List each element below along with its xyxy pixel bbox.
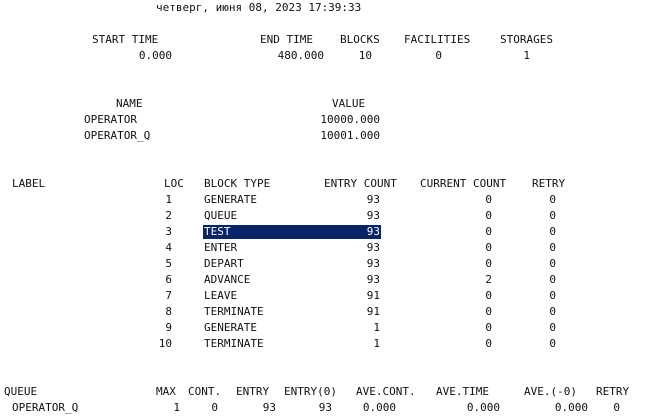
retry-header: RETRY <box>532 177 566 190</box>
block-retry: 0 <box>549 241 556 254</box>
storages-header: STORAGES <box>500 33 553 46</box>
queue-cont: 0 <box>211 401 218 414</box>
block-current-count: 2 <box>485 273 492 286</box>
queue-retry: 0 <box>613 401 620 414</box>
facilities-header: FACILITIES <box>404 33 471 46</box>
value-row-operator-q: 10001.000 <box>320 129 380 142</box>
ave-time-header: AVE.TIME <box>436 385 489 398</box>
block-loc: 8 <box>165 305 172 318</box>
value-header: VALUE <box>332 97 366 110</box>
block-retry: 0 <box>549 193 556 206</box>
value-row-operator: 10000.000 <box>320 113 380 126</box>
block-type: DEPART <box>204 257 244 270</box>
block-entry-count: 93 <box>366 209 380 222</box>
block-retry: 0 <box>549 273 556 286</box>
entry0-header: ENTRY(0) <box>284 385 337 398</box>
block-current-count: 0 <box>485 289 492 302</box>
blocks-value: 10 <box>358 49 372 62</box>
block-retry: 0 <box>549 289 556 302</box>
block-type: GENERATE <box>204 321 257 334</box>
block-entry-count: 1 <box>373 337 380 350</box>
block-type: ENTER <box>204 241 238 254</box>
block-entry-count: 1 <box>373 321 380 334</box>
queue-entry0: 93 <box>318 401 332 414</box>
block-type: TERMINATE <box>204 337 264 350</box>
block-entry-count: 91 <box>366 305 380 318</box>
block-loc: 9 <box>165 321 172 334</box>
end-time-header: END TIME <box>260 33 313 46</box>
block-retry: 0 <box>549 225 556 238</box>
ave-minus0-header: AVE.(-0) <box>524 385 577 398</box>
queue-ave-cont: 0.000 <box>362 401 396 414</box>
cont-header: CONT. <box>188 385 222 398</box>
block-entry-count: 93 <box>366 225 380 238</box>
name-header: NAME <box>116 97 143 110</box>
block-type: LEAVE <box>204 289 238 302</box>
block-type: TEST <box>204 225 231 238</box>
block-loc: 5 <box>165 257 172 270</box>
block-entry-count: 93 <box>366 241 380 254</box>
queue-name: OPERATOR_Q <box>12 401 79 414</box>
block-loc: 6 <box>165 273 172 286</box>
storages-value: 1 <box>523 49 530 62</box>
max-header: MAX <box>156 385 176 398</box>
end-time-value: 480.000 <box>277 49 324 62</box>
name-row-operator-q: OPERATOR_Q <box>84 129 151 142</box>
block-current-count: 0 <box>485 305 492 318</box>
block-type: GENERATE <box>204 193 257 206</box>
queue-retry-header: RETRY <box>596 385 630 398</box>
queue-ave-time: 0.000 <box>466 401 500 414</box>
queue-header: QUEUE <box>4 385 38 398</box>
queue-entry-header: ENTRY <box>236 385 270 398</box>
block-current-count: 0 <box>485 241 492 254</box>
block-current-count: 0 <box>485 193 492 206</box>
block-loc: 1 <box>165 193 172 206</box>
block-loc: 3 <box>165 225 172 238</box>
queue-max: 1 <box>173 401 180 414</box>
block-loc: 4 <box>165 241 172 254</box>
block-loc: 2 <box>165 209 172 222</box>
current-count-header: CURRENT COUNT <box>420 177 507 190</box>
loc-header: LOC <box>164 177 184 190</box>
name-row-operator: OPERATOR <box>84 113 137 126</box>
entry-count-header: ENTRY COUNT <box>324 177 397 190</box>
block-retry: 0 <box>549 257 556 270</box>
block-retry: 0 <box>549 321 556 334</box>
block-current-count: 0 <box>485 225 492 238</box>
blocks-header: BLOCKS <box>340 33 380 46</box>
block-loc: 10 <box>158 337 172 350</box>
queue-ave-minus0: 0.000 <box>554 401 588 414</box>
start-time-header: START TIME <box>92 33 159 46</box>
block-loc: 7 <box>165 289 172 302</box>
block-current-count: 0 <box>485 337 492 350</box>
block-current-count: 0 <box>485 257 492 270</box>
block-entry-count: 91 <box>366 289 380 302</box>
block-current-count: 0 <box>485 321 492 334</box>
block-retry: 0 <box>549 305 556 318</box>
block-entry-count: 93 <box>366 257 380 270</box>
block-type: TERMINATE <box>204 305 264 318</box>
queue-entry: 93 <box>262 401 276 414</box>
start-time-value: 0.000 <box>138 49 172 62</box>
block-entry-count: 93 <box>366 273 380 286</box>
block-type: QUEUE <box>204 209 238 222</box>
block-entry-count: 93 <box>366 193 380 206</box>
block-type: ADVANCE <box>204 273 251 286</box>
report-date: четверг, июня 08, 2023 17:39:33 <box>156 1 362 14</box>
ave-cont-header: AVE.CONT. <box>356 385 416 398</box>
block-type-header: BLOCK TYPE <box>204 177 271 190</box>
block-retry: 0 <box>549 337 556 350</box>
facilities-value: 0 <box>435 49 442 62</box>
block-retry: 0 <box>549 209 556 222</box>
label-header: LABEL <box>12 177 46 190</box>
block-current-count: 0 <box>485 209 492 222</box>
